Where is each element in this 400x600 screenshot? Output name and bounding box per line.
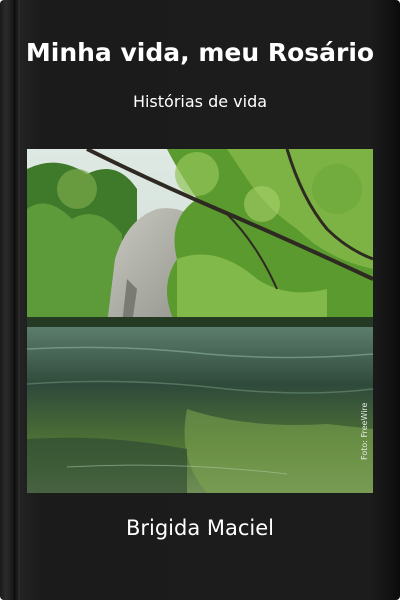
river-landscape-image bbox=[27, 149, 373, 493]
book-title: Minha vida, meu Rosário bbox=[25, 38, 375, 67]
book-cover: Minha vida, meu Rosário Histórias de vid… bbox=[0, 0, 400, 600]
spine-shadow bbox=[14, 0, 20, 600]
cover-photo bbox=[27, 149, 373, 493]
photo-credit: Foto: FreeWire bbox=[360, 402, 369, 460]
book-author: Brigida Maciel bbox=[125, 516, 275, 540]
book-subtitle: Histórias de vida bbox=[132, 92, 268, 111]
